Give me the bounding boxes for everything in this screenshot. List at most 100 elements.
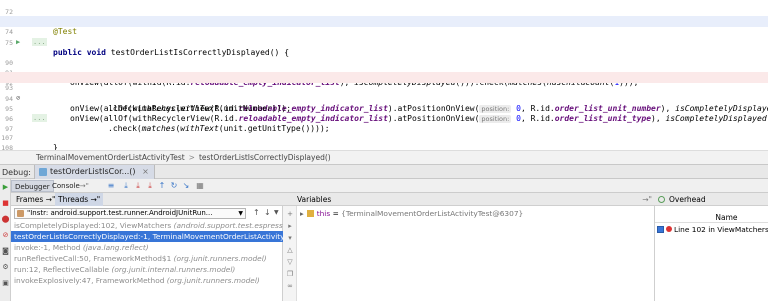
pin-icon[interactable]: ▣ bbox=[1, 279, 10, 288]
next-frame-icon[interactable]: ↓ bbox=[264, 208, 271, 218]
filter-icon[interactable]: ▼ bbox=[274, 208, 279, 218]
debug-actions-strip: ▶ ■ ⬤ ⊘ ◙ ⚙ ▣ bbox=[0, 179, 11, 301]
frame-package: (org.junit.runners.model) bbox=[166, 276, 260, 285]
breakpoint-icon bbox=[666, 226, 672, 232]
resume-icon[interactable]: ▶ bbox=[1, 183, 10, 192]
code-line-93[interactable]: 93 ⊘ onView(allOf(withRecyclerView(R.id.… bbox=[0, 72, 768, 113]
breadcrumb-method[interactable]: testOrderListIsCorrectlyDisplayed() bbox=[199, 153, 331, 162]
debug-session-tab[interactable]: testOrderListIsCor...() × bbox=[34, 165, 155, 179]
variable-equals: = bbox=[330, 209, 342, 218]
move-down-icon[interactable]: ▽ bbox=[285, 257, 295, 267]
breadcrumb: TerminalMovementOrderListActivityTest > te… bbox=[0, 150, 768, 164]
frame-item[interactable]: testOrderListIsCorrectlyDisplayed:-1, Te… bbox=[11, 231, 283, 242]
variable-name: this bbox=[316, 209, 331, 218]
frame-method: run:12, ReflectiveCallable bbox=[14, 265, 112, 274]
close-icon[interactable]: × bbox=[142, 167, 149, 176]
frame-method: testOrderListIsCorrectlyDisplayed:-1, Te… bbox=[14, 232, 283, 241]
evaluate-expression-icon[interactable]: ▦ bbox=[195, 180, 205, 192]
tab-console[interactable]: Console→" bbox=[49, 180, 92, 192]
breadcrumb-class[interactable]: TerminalMovementOrderListActivityTest bbox=[36, 153, 185, 162]
force-step-into-icon[interactable]: ⤓ bbox=[145, 180, 155, 192]
code-editor[interactable]: 72 73 @Test 74 ▶ public void testOrderLi… bbox=[0, 0, 768, 150]
overhead-column-header[interactable]: Name bbox=[655, 213, 768, 223]
tab-frames[interactable]: Frames →" bbox=[13, 193, 58, 206]
mute-breakpoints-icon[interactable]: ⊘ bbox=[1, 231, 10, 240]
code-line-107[interactable]: 107 } bbox=[0, 122, 768, 151]
step-into-icon[interactable]: ⤓ bbox=[133, 180, 143, 192]
tab-threads[interactable]: Threads →" bbox=[55, 193, 104, 206]
expand-arrow-icon[interactable]: ▸ bbox=[300, 209, 304, 218]
move-up-icon[interactable]: △ bbox=[285, 245, 295, 255]
console-tab-suffix: →" bbox=[79, 182, 89, 190]
variable-row[interactable]: ▸ this = {TerminalMovementOrderListActivi… bbox=[300, 208, 523, 219]
panel-options-icon[interactable]: →" bbox=[642, 193, 652, 206]
copy-icon[interactable]: ❐ bbox=[285, 269, 295, 279]
collapse-icon[interactable]: ▾ bbox=[285, 233, 295, 243]
previous-frame-icon[interactable]: ↑ bbox=[253, 208, 260, 218]
overhead-icon bbox=[658, 196, 665, 203]
stop-icon[interactable]: ■ bbox=[1, 199, 10, 208]
code-line-95[interactable]: 95 onView(allOf(withRecyclerView(R.id.re… bbox=[0, 93, 768, 123]
step-over-icon[interactable]: ⤓ bbox=[121, 180, 131, 192]
settings-icon[interactable]: ⚙ bbox=[1, 263, 10, 272]
code-line-90[interactable]: 90 bbox=[0, 47, 768, 67]
watches-icon[interactable]: ∞ bbox=[285, 281, 295, 291]
frame-item[interactable]: isCompletelyDisplayed:102, ViewMatchers … bbox=[11, 220, 283, 231]
chevron-down-icon: ▼ bbox=[238, 210, 243, 217]
variables-toolbar: + ▸ ▾ △ ▽ ❐ ∞ bbox=[283, 206, 297, 301]
code-line-94[interactable]: 94 .check(matches(withText(unitNumber)))… bbox=[0, 83, 768, 114]
frames-panel: Frames →" Threads →" "Instr: android.sup… bbox=[11, 193, 283, 301]
run-to-cursor-icon[interactable]: ↘ bbox=[181, 180, 191, 192]
thread-selector-row: "Instr: android.support.test.runner.Andr… bbox=[11, 207, 283, 219]
overhead-title: Overhead bbox=[669, 195, 706, 204]
frame-item[interactable]: run:12, ReflectiveCallable (org.junit.in… bbox=[11, 264, 283, 275]
code-line-109[interactable]: 109 bbox=[0, 142, 768, 150]
frame-item[interactable]: runReflectiveCall:50, FrameworkMethod$1 … bbox=[11, 253, 283, 264]
camera-icon[interactable]: ◙ bbox=[1, 247, 10, 256]
tab-debugger[interactable]: Debugger bbox=[11, 180, 54, 192]
thread-icon bbox=[17, 210, 24, 217]
frame-method: runReflectiveCall:50, FrameworkMethod$1 bbox=[14, 254, 174, 263]
frame-method: isCompletelyDisplayed:102, ViewMatchers bbox=[14, 221, 174, 230]
android-test-icon bbox=[39, 168, 47, 176]
overhead-checkbox[interactable] bbox=[657, 226, 664, 233]
debug-label: Debug: bbox=[2, 168, 32, 177]
frame-package: (org.junit.internal.runners.model) bbox=[111, 265, 236, 274]
thread-dropdown-value: "Instr: android.support.test.runner.Andr… bbox=[27, 209, 213, 217]
variables-panel-header: Variables →" bbox=[283, 193, 655, 206]
view-breakpoints-icon[interactable]: ⬤ bbox=[1, 215, 10, 224]
variables-title: Variables bbox=[297, 195, 332, 204]
frame-item[interactable]: invoke:-1, Method (java.lang.reflect) bbox=[11, 242, 283, 253]
console-tab-label: Console bbox=[52, 182, 80, 190]
frame-method: invokeExplosively:47, FrameworkMethod bbox=[14, 276, 167, 285]
frame-method: invoke:-1, Method bbox=[14, 243, 83, 252]
overhead-panel: Overhead Name Line 102 in ViewMatchers bbox=[655, 193, 768, 301]
folded-region[interactable]: ... bbox=[0, 37, 768, 48]
frame-package: (java.lang.reflect) bbox=[82, 243, 149, 252]
show-execution-point-icon[interactable]: ≡ bbox=[106, 180, 116, 192]
code-line-108[interactable]: 108 bbox=[0, 132, 768, 151]
frame-package: (android.support.test.espresso bbox=[173, 221, 283, 230]
code-line-91[interactable]: 91 onView(allOf(withId(R.id.reloadable_e… bbox=[0, 57, 768, 88]
frames-panel-header: Frames →" Threads →" bbox=[11, 193, 283, 206]
overhead-panel-header: Overhead bbox=[655, 193, 768, 206]
debug-toolbar: Debugger Console→" ≡ ⤓ ⤓ ⤓ ↑ ↻ ↘ ▦ bbox=[11, 179, 768, 193]
new-watch-icon[interactable]: + bbox=[285, 209, 295, 219]
frame-item[interactable]: invokeExplosively:47, FrameworkMethod (o… bbox=[11, 275, 283, 286]
debug-session-name: testOrderListIsCor...() bbox=[50, 167, 136, 176]
code-line-96[interactable]: 96 .check(matches(withText(unit.getUnitT… bbox=[0, 103, 768, 134]
variables-panel: Variables →" + ▸ ▾ △ ▽ ❐ ∞ ▸ this = {Term… bbox=[283, 193, 655, 301]
code-line-75[interactable]: 75 bbox=[0, 27, 768, 47]
code-line-73[interactable]: 73 @Test bbox=[0, 6, 768, 37]
drop-frame-icon[interactable]: ↻ bbox=[169, 180, 179, 192]
frame-package: (org.junit.runners.model) bbox=[173, 254, 267, 263]
code-line-74[interactable]: 74 ▶ public void testOrderListIsCorrectl… bbox=[0, 16, 768, 57]
overhead-row[interactable]: Line 102 in ViewMatchers bbox=[657, 224, 768, 235]
fold-expand-icon[interactable]: ... bbox=[32, 114, 47, 122]
step-out-icon[interactable]: ↑ bbox=[157, 180, 167, 192]
fold-expand-icon[interactable]: ... bbox=[32, 38, 47, 46]
expand-icon[interactable]: ▸ bbox=[285, 221, 295, 231]
thread-dropdown[interactable]: "Instr: android.support.test.runner.Andr… bbox=[14, 208, 246, 219]
overhead-row-label: Line 102 in ViewMatchers bbox=[674, 225, 768, 234]
frames-list: isCompletelyDisplayed:102, ViewMatchers … bbox=[11, 220, 283, 286]
